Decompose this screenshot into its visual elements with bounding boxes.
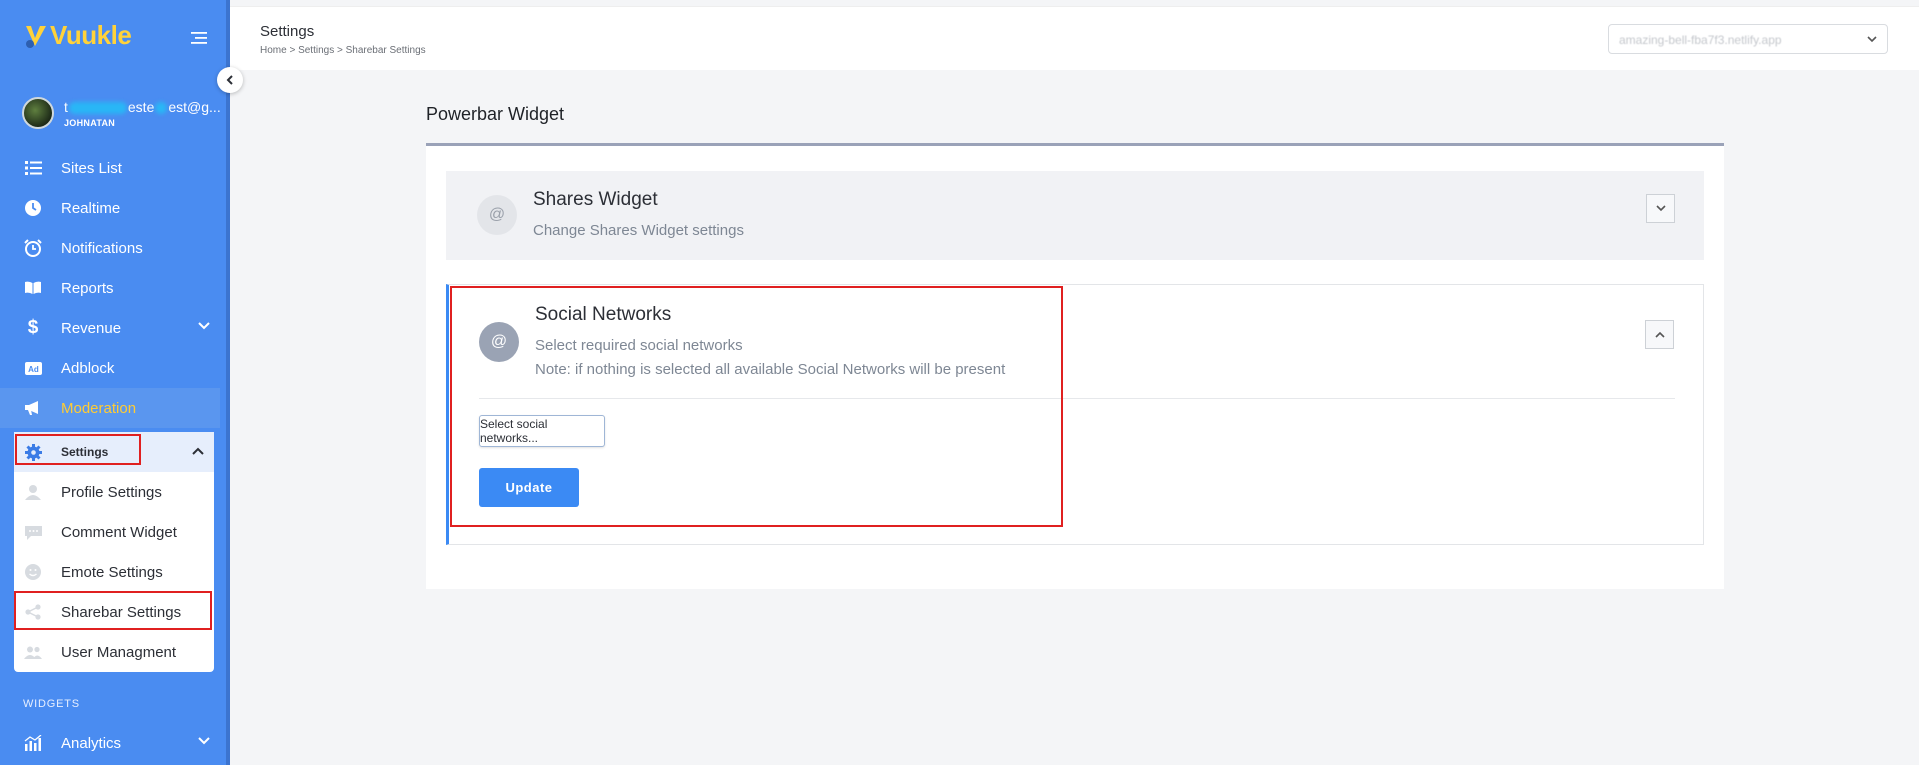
chevron-up-icon: [1654, 331, 1665, 338]
sidebar-edge: [226, 0, 230, 765]
sidebar-item-adblock[interactable]: Ad Adblock: [0, 348, 220, 388]
page-title: Settings: [260, 23, 315, 40]
highlight-box-sharebar: [14, 591, 212, 630]
shares-widget-toggle[interactable]: [1646, 194, 1675, 223]
user-icon: [24, 483, 42, 501]
sidebar-item-user-managment[interactable]: User Managment: [14, 632, 214, 672]
chevron-down-icon: [1655, 205, 1666, 212]
list-icon: [24, 159, 42, 177]
dollar-icon: $: [27, 317, 39, 338]
users-icon: [24, 643, 42, 661]
sidebar-item-label: Profile Settings: [61, 483, 162, 501]
sidebar-item-label: Moderation: [61, 399, 137, 417]
comment-icon: [24, 523, 42, 541]
vuukle-logo-icon: [26, 25, 46, 48]
sidebar-item-emote-settings[interactable]: Emote Settings: [14, 552, 214, 592]
sidebar-item-label: Adblock: [61, 359, 115, 377]
alarm-icon: [24, 239, 42, 257]
megaphone-icon: [24, 399, 42, 417]
avatar: [22, 97, 54, 129]
site-select[interactable]: amazing-bell-fba7f3.netlify.app: [1608, 24, 1888, 54]
site-select-value: amazing-bell-fba7f3.netlify.app: [1619, 33, 1782, 47]
highlight-box-social-networks: [450, 286, 1063, 527]
sidebar-item-notifications[interactable]: Notifications: [0, 228, 220, 268]
section-label-widgets: WIDGETS: [23, 698, 80, 710]
sidebar-item-label: Analytics: [61, 734, 122, 752]
chevron-up-icon[interactable]: [192, 447, 204, 455]
user-name: JOHNATAN: [64, 117, 116, 128]
sidebar-item-analytics[interactable]: Analytics: [0, 723, 220, 763]
hamburger-icon[interactable]: [191, 32, 207, 44]
analytics-icon: [24, 734, 42, 752]
chevron-left-icon: [226, 75, 233, 85]
sidebar-item-moderation[interactable]: Moderation: [0, 388, 220, 428]
brand-logo[interactable]: Vuukle: [24, 20, 132, 51]
chevron-down-icon: [1867, 36, 1877, 43]
content-title: Powerbar Widget: [426, 104, 565, 124]
user-email: t este est@g...: [64, 98, 221, 115]
sidebar-item-label: Notifications: [61, 239, 143, 257]
sidebar: Vuukle t este est@g... JOHNATAN Sites List…: [0, 0, 230, 765]
sidebar-item-label: Revenue: [61, 319, 122, 337]
sidebar-item-label: Comment Widget: [61, 523, 177, 541]
sidebar-item-label: User Managment: [61, 643, 177, 661]
brand-name: Vuukle: [50, 20, 132, 50]
top-bar: Settings Home > Settings > Sharebar Sett…: [230, 6, 1919, 70]
at-icon: @: [477, 195, 517, 235]
shares-widget-title: Shares Widget: [533, 189, 658, 210]
sidebar-nav: Sites List Realtime Notifications Report…: [0, 148, 220, 428]
sidebar-item-comment-widget[interactable]: Comment Widget: [14, 512, 214, 552]
settings-submenu: Settings Profile Settings Comment Widget…: [14, 432, 214, 672]
sidebar-item-label: Sites List: [61, 159, 122, 177]
sidebar-item-label: Realtime: [61, 199, 121, 217]
sidebar-item-profile-settings[interactable]: Profile Settings: [14, 472, 214, 512]
clock-icon: [24, 199, 42, 217]
highlight-box-settings: [15, 434, 141, 465]
sidebar-item-label: Reports: [61, 279, 114, 297]
breadcrumb[interactable]: Home > Settings > Sharebar Settings: [260, 45, 426, 56]
ad-icon: Ad: [24, 359, 42, 377]
user-profile[interactable]: t este est@g... JOHNATAN: [22, 97, 221, 129]
sidebar-item-revenue[interactable]: $ Revenue: [0, 308, 220, 348]
social-networks-toggle[interactable]: [1645, 320, 1674, 349]
chevron-down-icon[interactable]: [198, 737, 210, 745]
sidebar-item-reports[interactable]: Reports: [0, 268, 220, 308]
smile-icon: [24, 563, 42, 581]
sidebar-item-realtime[interactable]: Realtime: [0, 188, 220, 228]
sidebar-collapse-button[interactable]: [217, 67, 243, 93]
shares-widget-accordion[interactable]: @ Shares Widget Change Shares Widget set…: [446, 171, 1704, 260]
svg-text:Ad: Ad: [28, 365, 39, 374]
chevron-down-icon[interactable]: [198, 322, 210, 330]
shares-widget-subtitle: Change Shares Widget settings: [533, 222, 744, 239]
sidebar-item-sites-list[interactable]: Sites List: [0, 148, 220, 188]
sidebar-item-label: Emote Settings: [61, 563, 163, 581]
book-icon: [24, 279, 42, 297]
